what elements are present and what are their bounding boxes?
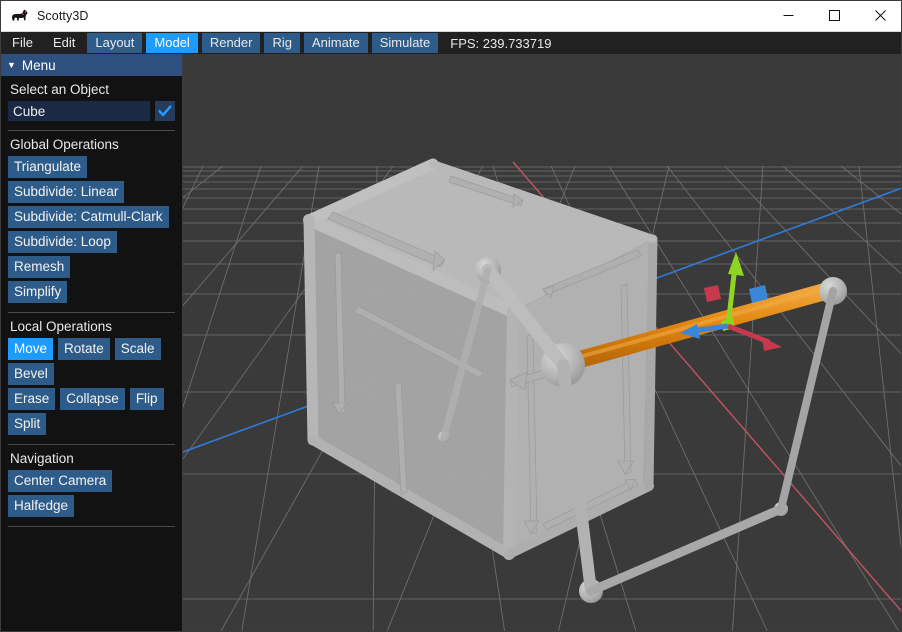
maximize-button[interactable] (811, 1, 857, 31)
gizmo-plane-xy (704, 285, 721, 302)
window-title: Scotty3D (37, 9, 89, 23)
global-operations-section: Global Operations Triangulate Subdivide:… (8, 131, 175, 313)
tab-layout[interactable]: Layout (87, 33, 142, 53)
transform-button-row: Move Rotate Scale (8, 338, 175, 360)
menu-item-file[interactable]: File (4, 33, 41, 53)
object-combobox[interactable]: Cube (8, 101, 150, 121)
minimize-button[interactable] (765, 1, 811, 31)
halfedge-button[interactable]: Halfedge (8, 495, 74, 517)
viewport-scene (183, 54, 902, 632)
split-button[interactable]: Split (8, 413, 46, 435)
remesh-button[interactable]: Remesh (8, 256, 70, 278)
local-operations-label: Local Operations (8, 313, 175, 338)
center-camera-button[interactable]: Center Camera (8, 470, 112, 492)
tab-animate[interactable]: Animate (304, 33, 368, 53)
panel-title: Menu (22, 58, 56, 73)
subdivide-catmull-clark-button[interactable]: Subdivide: Catmull-Clark (8, 206, 169, 228)
select-object-label: Select an Object (8, 76, 175, 101)
chevron-down-icon: ▼ (7, 61, 16, 70)
checkmark-icon (157, 103, 173, 119)
select-object-section: Select an Object Cube (8, 76, 175, 131)
object-selector-row: Cube (8, 101, 175, 121)
flip-button[interactable]: Flip (130, 388, 164, 410)
menu-item-edit[interactable]: Edit (45, 33, 83, 53)
local-operations-section: Local Operations Move Rotate Scale Bevel… (8, 313, 175, 445)
close-button[interactable] (857, 1, 902, 31)
subdivide-loop-button[interactable]: Subdivide: Loop (8, 231, 117, 253)
menu-panel-header[interactable]: ▼ Menu (1, 54, 182, 76)
tab-rig[interactable]: Rig (264, 33, 300, 53)
sidebar-panel: ▼ Menu Select an Object Cube Global Oper… (1, 54, 183, 632)
object-visible-checkbox[interactable] (155, 101, 175, 121)
title-bar: Scotty3D (1, 1, 902, 32)
simplify-button[interactable]: Simplify (8, 281, 67, 303)
navigation-section: Navigation Center Camera Halfedge (8, 445, 175, 527)
bevel-button[interactable]: Bevel (8, 363, 54, 385)
collapse-button[interactable]: Collapse (60, 388, 125, 410)
navigation-label: Navigation (8, 445, 175, 470)
tab-render[interactable]: Render (202, 33, 261, 53)
window-controls (765, 1, 902, 32)
sidebar-empty-area (8, 527, 175, 533)
scale-button[interactable]: Scale (115, 338, 161, 360)
fps-counter: FPS: 239.733719 (450, 36, 551, 51)
erase-button[interactable]: Erase (8, 388, 55, 410)
3d-viewport[interactable] (183, 54, 902, 632)
tab-model[interactable]: Model (146, 33, 197, 53)
menu-bar: File Edit Layout Model Render Rig Animat… (1, 32, 902, 54)
scotty3d-window: Scotty3D File Edit Layout Model Render R… (0, 0, 902, 632)
tab-simulate[interactable]: Simulate (372, 33, 439, 53)
move-button[interactable]: Move (8, 338, 53, 360)
subdivide-linear-button[interactable]: Subdivide: Linear (8, 181, 124, 203)
triangulate-button[interactable]: Triangulate (8, 156, 87, 178)
rotate-button[interactable]: Rotate (58, 338, 110, 360)
scottie-dog-icon (9, 5, 31, 27)
global-operations-label: Global Operations (8, 131, 175, 156)
